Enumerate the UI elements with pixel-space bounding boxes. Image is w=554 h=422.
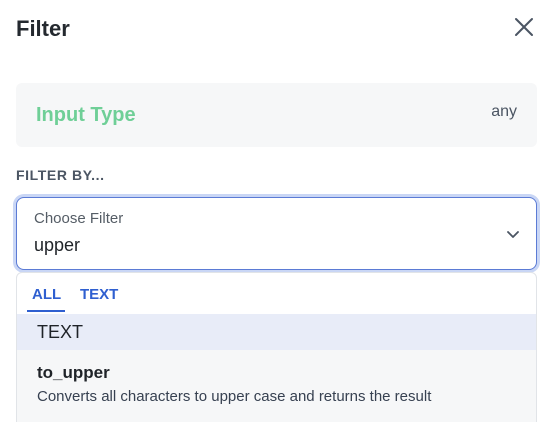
input-type-value: any bbox=[491, 103, 517, 120]
input-type-label: Input Type bbox=[36, 104, 136, 126]
option-description: Converts all characters to upper case an… bbox=[37, 388, 432, 405]
group-header-label: TEXT bbox=[37, 322, 84, 342]
close-button[interactable] bbox=[511, 14, 537, 40]
chevron-down-icon[interactable] bbox=[505, 226, 521, 242]
filter-dropdown: ALL TEXT TEXT to_upper Converts all char… bbox=[16, 272, 537, 422]
option-name: to_upper bbox=[37, 363, 110, 382]
filter-by-label: FILTER BY... bbox=[16, 167, 105, 183]
dropdown-tabs: ALL TEXT bbox=[17, 273, 536, 314]
tab-text[interactable]: TEXT bbox=[80, 286, 118, 303]
group-header-text: TEXT bbox=[17, 314, 536, 350]
input-type-card: Input Type any bbox=[16, 83, 537, 147]
close-icon bbox=[515, 18, 533, 36]
tab-all[interactable]: ALL bbox=[32, 286, 61, 303]
filter-select[interactable]: Choose Filter upper bbox=[16, 197, 537, 270]
filter-select-placeholder: Choose Filter bbox=[34, 210, 124, 227]
active-tab-indicator bbox=[27, 310, 65, 312]
filter-panel: Filter Input Type any FILTER BY... Choos… bbox=[0, 0, 554, 422]
option-to-upper[interactable]: to_upper Converts all characters to uppe… bbox=[17, 350, 536, 422]
panel-title: Filter bbox=[16, 16, 70, 41]
filter-search-input[interactable]: upper bbox=[34, 235, 80, 256]
